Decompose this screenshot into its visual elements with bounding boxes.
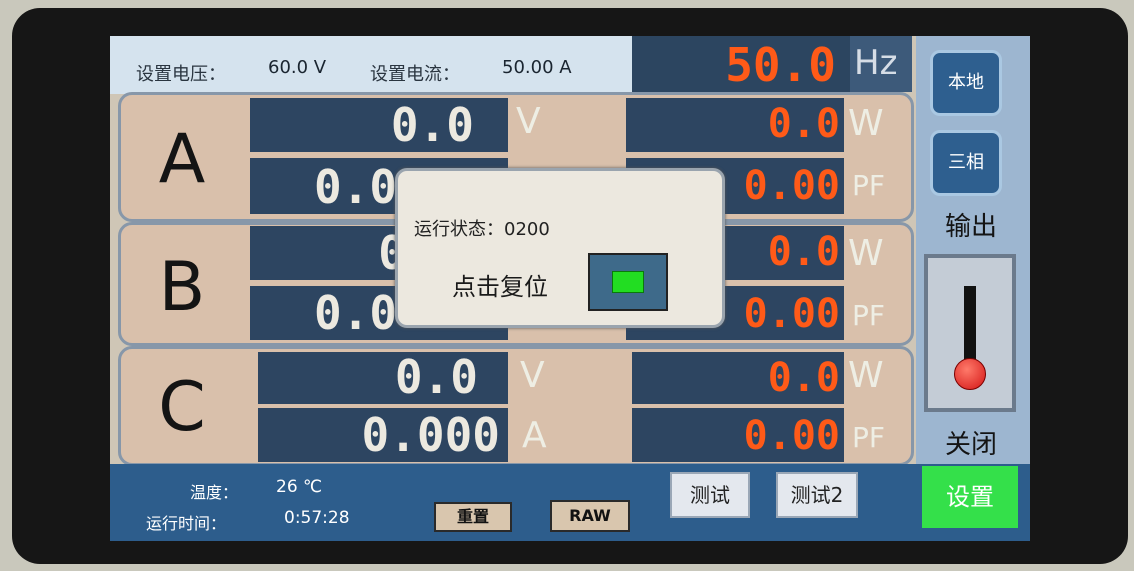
- output-label: 输出: [944, 212, 997, 242]
- phase-b-power-value: 0.0: [767, 229, 840, 275]
- set-voltage-value[interactable]: 60.0 V: [268, 57, 326, 78]
- run-status-text: 运行状态：0200: [414, 219, 550, 240]
- set-voltage-label: 设置电压：: [136, 64, 226, 85]
- local-button[interactable]: 本地: [930, 50, 1002, 116]
- phase-c-voltage-unit: V: [520, 355, 545, 396]
- frequency-unit: Hz: [854, 43, 898, 83]
- phase-c-pf-unit: PF: [852, 421, 885, 454]
- phase-a-power-display: 0.0: [626, 98, 844, 152]
- output-switch[interactable]: [924, 254, 1016, 412]
- phase-a-voltage-value: 0.0: [390, 98, 474, 152]
- phase-b-current-value: 0.0: [314, 286, 398, 340]
- phase-c-voltage-display: 0.0: [258, 352, 508, 404]
- phase-a-power-value: 0.0: [767, 101, 840, 147]
- test-button[interactable]: 测试: [670, 472, 750, 518]
- phase-a-pf-value: 0.00: [743, 163, 840, 209]
- phase-a-power-unit: W: [848, 103, 884, 144]
- status-dialog: 运行状态：0200 点击复位: [395, 168, 725, 328]
- set-current-value[interactable]: 50.00 A: [502, 57, 572, 78]
- frequency-display: 50.0: [632, 36, 850, 92]
- phase-c-pf-display: 0.00: [632, 408, 844, 462]
- settings-button[interactable]: 设置: [922, 466, 1018, 528]
- phase-c-power-value: 0.0: [767, 355, 840, 401]
- phase-c-pf-value: 0.00: [743, 413, 840, 459]
- phase-c-voltage-value: 0.0: [394, 350, 478, 404]
- test2-button[interactable]: 测试2: [776, 472, 858, 518]
- phase-c-power-display: 0.0: [632, 352, 844, 404]
- temperature-label: 温度：: [190, 483, 239, 502]
- raw-button[interactable]: RAW: [550, 500, 630, 532]
- phase-b-label: B: [158, 248, 206, 327]
- phase-b-pf-unit: PF: [852, 299, 885, 332]
- phase-a-pf-unit: PF: [852, 169, 885, 202]
- reset-prompt-label: 点击复位: [452, 273, 548, 301]
- phase-c-power-unit: W: [848, 355, 884, 396]
- switch-knob-icon: [954, 358, 986, 390]
- temperature-value: 26 ℃: [276, 477, 323, 497]
- reset-button[interactable]: [588, 253, 668, 311]
- phase-c-current-display: 0.000: [258, 408, 508, 462]
- frequency-value: 50.0: [725, 38, 836, 92]
- phase-a-voltage-unit: V: [516, 101, 541, 142]
- hmi-screen: 设置电压： 60.0 V 设置电流： 50.00 A 50.0 Hz A 0.0…: [110, 36, 1030, 541]
- runtime-value: 0:57:28: [284, 508, 350, 528]
- reset-runtime-button[interactable]: 重置: [434, 502, 512, 532]
- runtime-label: 运行时间：: [146, 514, 227, 533]
- set-current-label: 设置电流：: [370, 64, 460, 85]
- phase-b-pf-value: 0.00: [743, 291, 840, 337]
- phase-b-power-unit: W: [848, 233, 884, 274]
- switch-state-label: 关闭: [944, 430, 997, 460]
- phase-a-voltage-display: 0.0: [250, 98, 508, 152]
- phase-a-current-value: 0.0: [314, 160, 398, 214]
- frequency-unit-box: Hz: [850, 36, 912, 92]
- three-phase-button[interactable]: 三相: [930, 130, 1002, 196]
- phase-c-current-unit: A: [522, 415, 547, 456]
- phase-c-label: C: [158, 368, 206, 447]
- phase-c-current-value: 0.000: [361, 408, 500, 462]
- green-square-icon: [612, 271, 644, 293]
- phase-a-label: A: [158, 120, 206, 199]
